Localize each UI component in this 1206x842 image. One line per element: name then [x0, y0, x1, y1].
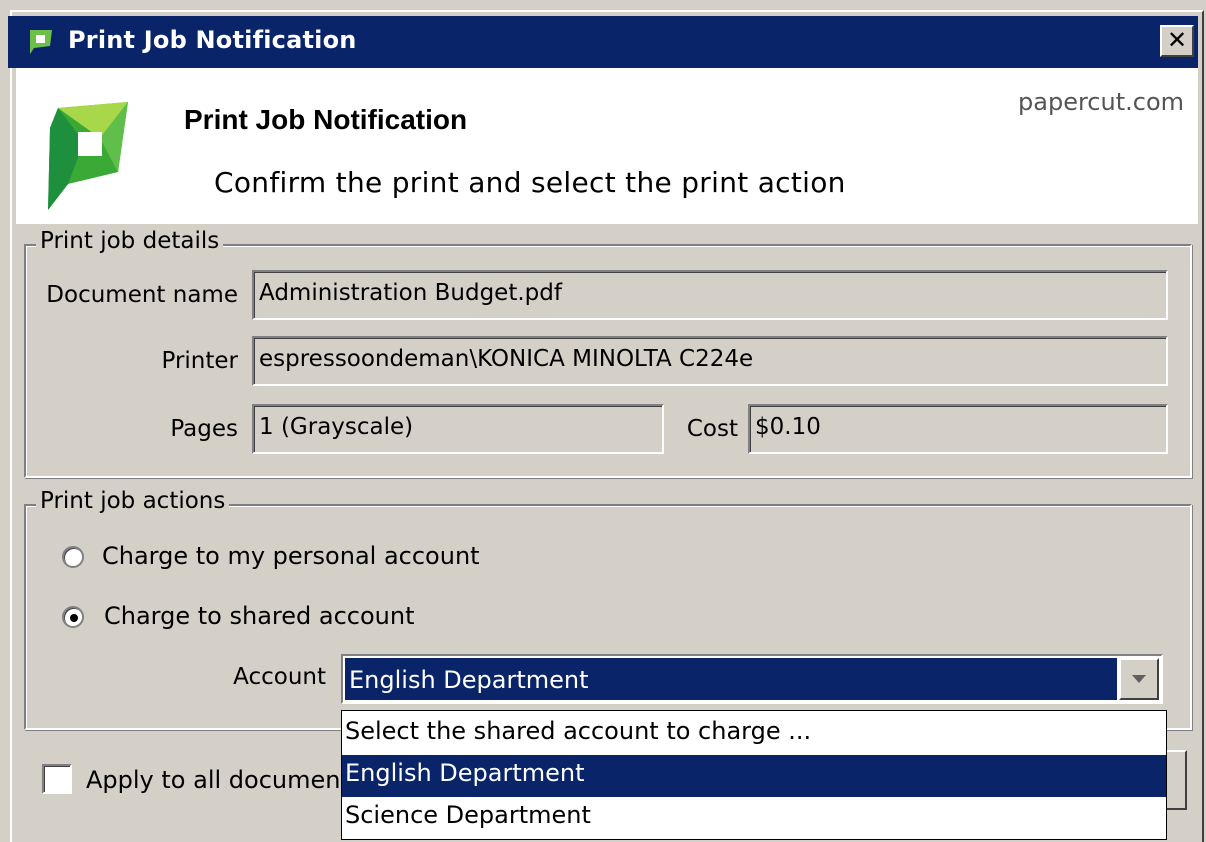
document-name-label: Document name	[46, 282, 238, 308]
personal-account-radio[interactable]	[62, 546, 84, 568]
brand-link: papercut.com	[1018, 88, 1184, 116]
title-bar[interactable]: Print Job Notification ✕	[8, 16, 1198, 68]
apply-all-checkbox[interactable]	[42, 764, 72, 794]
shared-account-label[interactable]: Charge to shared account	[104, 602, 414, 630]
dropdown-option[interactable]: Science Department	[342, 797, 1166, 839]
close-icon: ✕	[1166, 26, 1188, 54]
header-subtitle: Confirm the print and select the print a…	[214, 166, 846, 199]
chevron-down-icon	[1132, 675, 1146, 683]
personal-account-label[interactable]: Charge to my personal account	[102, 542, 480, 570]
dropdown-option-selected[interactable]: English Department	[342, 755, 1166, 797]
account-dropdown-list[interactable]: Select the shared account to charge ... …	[341, 710, 1167, 840]
close-button[interactable]: ✕	[1160, 25, 1194, 57]
apply-all-label[interactable]: Apply to all documen	[86, 766, 340, 794]
partial-button[interactable]	[1165, 750, 1187, 810]
window-title: Print Job Notification	[68, 26, 357, 54]
papercut-logo	[48, 102, 128, 210]
account-selected-value[interactable]: English Department	[345, 658, 1117, 700]
papercut-app-icon	[30, 30, 52, 54]
account-combobox[interactable]: English Department	[341, 654, 1163, 704]
radio-selected-dot	[70, 614, 78, 622]
actions-legend: Print job actions	[36, 488, 230, 514]
shared-account-radio[interactable]	[62, 606, 84, 628]
cost-label: Cost	[686, 416, 738, 442]
dialog-header: Print Job Notification Confirm the print…	[16, 68, 1198, 224]
document-name-field[interactable]: Administration Budget.pdf	[252, 270, 1168, 320]
pages-label: Pages	[170, 416, 238, 442]
cost-field[interactable]: $0.10	[748, 404, 1168, 454]
header-title: Print Job Notification	[184, 104, 468, 135]
dropdown-button[interactable]	[1119, 658, 1159, 700]
printer-label: Printer	[161, 348, 238, 374]
dropdown-option[interactable]: Select the shared account to charge ...	[342, 713, 1166, 755]
printer-field[interactable]: espressoondeman\KONICA MINOLTA C224e	[252, 336, 1168, 386]
details-legend: Print job details	[36, 228, 224, 254]
pages-field[interactable]: 1 (Grayscale)	[252, 404, 664, 454]
account-label: Account	[233, 664, 326, 690]
